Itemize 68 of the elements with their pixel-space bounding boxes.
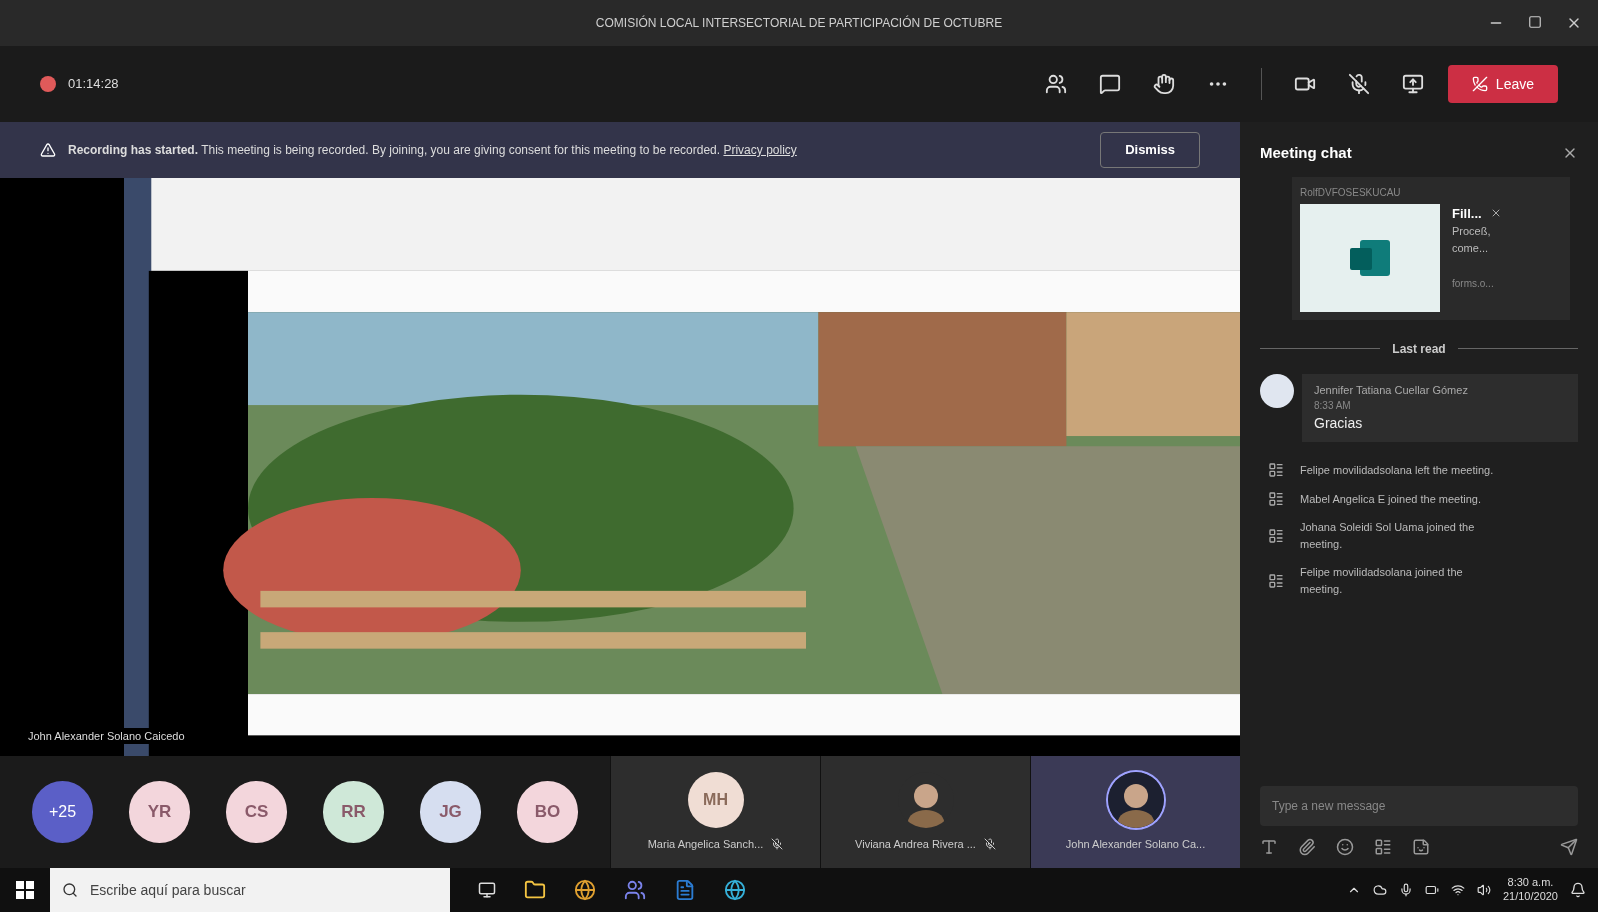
event-icon (1268, 527, 1284, 544)
participant-name: Maria Angelica Sanch... (647, 836, 764, 852)
message-author: Jennifer Tatiana Cuellar Gómez (1314, 382, 1469, 398)
wifi-icon[interactable] (1450, 883, 1465, 897)
participant-avatar[interactable]: YR (129, 781, 190, 843)
format-icon[interactable] (1260, 838, 1278, 856)
participant-avatar[interactable]: RR (323, 781, 384, 843)
participant-name: Viviana Andrea Rivera ... (855, 836, 976, 852)
event-text: Felipe movilidadsolana left the meeting. (1300, 463, 1495, 478)
card-link[interactable]: forms.o... (1452, 276, 1502, 291)
participant-avatar[interactable]: JG (420, 781, 481, 843)
event-icon (1268, 462, 1284, 479)
participant-tile[interactable]: Viviana Andrea Rivera ... (820, 756, 1030, 868)
microphone-icon[interactable] (1398, 883, 1413, 897)
event-text: Felipe movilidadsolana joined the meeting. (1300, 565, 1464, 597)
clock-time: 8:30 a.m. (1507, 876, 1554, 890)
dismiss-button[interactable]: Dismiss (1100, 132, 1200, 168)
forms-icon (1348, 237, 1392, 278)
volume-icon[interactable] (1476, 883, 1491, 897)
windows-icon[interactable] (16, 881, 34, 899)
search-icon (62, 882, 78, 898)
last-read-divider: Last read (1392, 340, 1446, 358)
message-input[interactable]: Type a new message (1260, 786, 1578, 826)
phone-icon (1471, 76, 1488, 92)
leave-button[interactable]: Leave (1447, 65, 1558, 103)
raise-hand-icon[interactable] (1152, 73, 1175, 95)
participant-avatar: MH (687, 771, 744, 828)
share-screen-icon[interactable] (1401, 73, 1424, 95)
warning-icon (40, 142, 56, 158)
clock-date: 21/10/2020 (1502, 890, 1558, 904)
privacy-policy-link[interactable]: Privacy policy (723, 143, 797, 157)
meeting-timer: 01:14:28 (68, 75, 119, 94)
cloud-icon[interactable] (1372, 883, 1387, 897)
event-text: Mabel Angelica E joined the meeting. (1300, 491, 1482, 507)
battery-icon[interactable] (1424, 883, 1439, 897)
taskbar-search[interactable]: Escribe aquí para buscar (50, 868, 450, 912)
participant-tile[interactable]: John Alexander Solano Ca... (1030, 756, 1240, 868)
event-icon (1268, 572, 1284, 589)
browser-icon[interactable] (574, 879, 596, 901)
microphone-off-icon[interactable] (1347, 73, 1370, 95)
author-avatar (1260, 373, 1294, 408)
form-card[interactable]: RolfDVFOSESKUCAU Fill... Proceß, come... forms.o... (1292, 176, 1570, 320)
notifications-icon[interactable] (1570, 882, 1586, 898)
recording-notice: Recording has started. This meeting is being recorded. By joining, you are giving consent for this meeting to be recorded. Privacy policy (68, 142, 797, 159)
task-view-icon[interactable] (478, 881, 496, 899)
card-text: come... (1452, 240, 1490, 256)
window-title: COMISIÓN LOCAL INTERSECTORIAL DE PARTICIPACIÓN DE OCTUBRE (595, 14, 1003, 32)
overflow-count[interactable]: +25 (32, 781, 93, 843)
folder-icon[interactable] (524, 879, 546, 901)
maximize-icon[interactable] (1528, 15, 1542, 29)
attach-icon[interactable] (1298, 838, 1316, 856)
participant-avatar[interactable]: BO (517, 781, 578, 843)
emoji-icon[interactable] (1336, 838, 1354, 856)
event-icon (1268, 490, 1284, 507)
message-text: Gracias (1314, 414, 1364, 433)
message-time: 8:33 AM (1314, 399, 1352, 413)
participant-name: John Alexander Solano Ca... (1065, 836, 1206, 852)
card-title: Fill... (1452, 204, 1482, 223)
participant-avatar[interactable]: CS (226, 781, 287, 843)
participant-tile[interactable]: MH Maria Angelica Sanch... (610, 756, 820, 868)
card-text: Proceß, (1452, 224, 1492, 239)
chat-icon[interactable] (1098, 73, 1121, 95)
chat-title: Meeting chat (1260, 143, 1352, 163)
card-header: RolfDVFOSESKUCAU (1300, 185, 1402, 200)
participants-icon[interactable] (1044, 73, 1067, 95)
sticker-icon[interactable] (1412, 838, 1430, 856)
send-icon[interactable] (1560, 838, 1578, 856)
event-text: Johana Soleidi Sol Uama joined the meeting. (1300, 520, 1476, 552)
